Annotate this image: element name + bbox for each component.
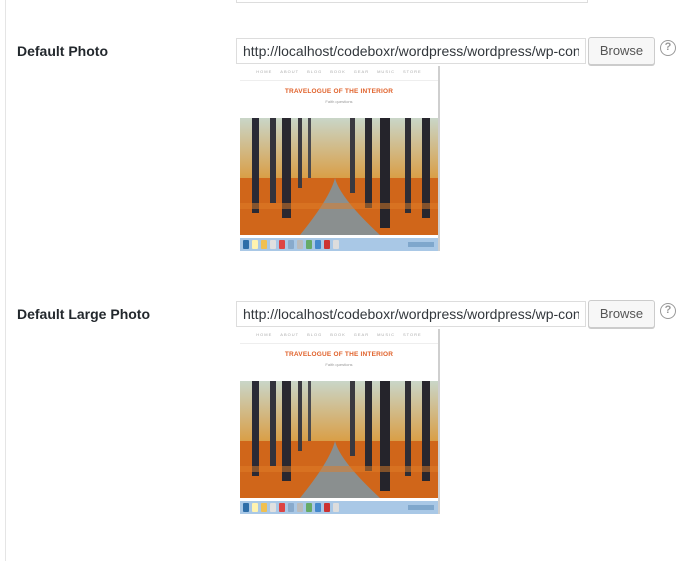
- preview-site-title: TRAVELOGUE OF THE INTERIOR: [284, 351, 394, 358]
- preview-site-subtitle: Faith questions: [325, 362, 353, 367]
- field-label: Default Large Photo: [17, 306, 151, 322]
- default-photo-url-input[interactable]: [236, 38, 586, 64]
- previous-field-edge: [236, 0, 588, 3]
- preview-taskbar: [240, 238, 438, 251]
- left-border: [5, 0, 6, 561]
- preview-divider: [240, 343, 438, 344]
- question-circle-icon[interactable]: ?: [660, 40, 676, 56]
- default-large-photo-url-input[interactable]: [236, 301, 586, 327]
- preview-nav-item: ABOUT: [280, 332, 300, 337]
- preview-nav-item: BOOK: [330, 332, 346, 337]
- browse-button[interactable]: Browse: [588, 300, 655, 328]
- preview-nav-item: GEAR: [353, 69, 370, 74]
- preview-nav-item: STORE: [402, 69, 422, 74]
- preview-nav-item: STORE: [402, 332, 422, 337]
- preview-nav-item: BLOG: [307, 69, 323, 74]
- default-photo-preview: HOME ABOUT BLOG BOOK GEAR MUSIC STORE TRAVELOG…: [240, 66, 440, 251]
- preview-nav-item: ABOUT: [280, 69, 300, 74]
- question-circle-icon[interactable]: ?: [660, 303, 676, 319]
- preview-nav: HOME ABOUT BLOG BOOK GEAR MUSIC STORE: [240, 332, 438, 340]
- forest-photo: [240, 118, 438, 235]
- forest-photo: [240, 381, 438, 498]
- preview-nav-item: HOME: [256, 332, 273, 337]
- preview-nav-item: GEAR: [353, 332, 370, 337]
- preview-divider: [240, 80, 438, 81]
- preview-nav-item: HOME: [256, 69, 273, 74]
- preview-site-title: TRAVELOGUE OF THE INTERIOR: [284, 88, 394, 95]
- preview-nav-item: MUSIC: [377, 69, 395, 74]
- preview-nav-item: MUSIC: [377, 332, 395, 337]
- browse-button[interactable]: Browse: [588, 37, 655, 65]
- default-large-photo-preview: HOME ABOUT BLOG BOOK GEAR MUSIC STORE TRAVELOG…: [240, 329, 440, 514]
- preview-nav-item: BLOG: [307, 332, 323, 337]
- field-label: Default Photo: [17, 43, 108, 59]
- preview-taskbar: [240, 501, 438, 514]
- preview-nav: HOME ABOUT BLOG BOOK GEAR MUSIC STORE: [240, 69, 438, 77]
- preview-nav-item: BOOK: [330, 69, 346, 74]
- preview-site-subtitle: Faith questions: [325, 99, 353, 104]
